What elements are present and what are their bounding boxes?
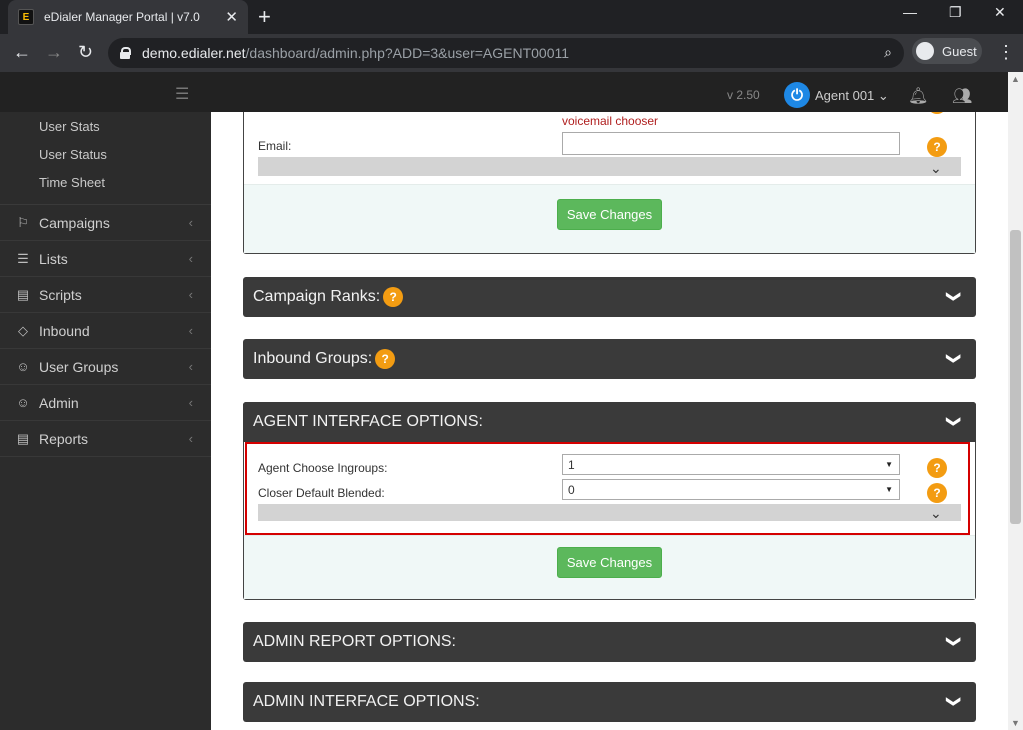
voicemail-chooser-link[interactable]: voicemail chooser: [562, 114, 658, 128]
sidebar-item-label: Lists: [39, 250, 68, 267]
save-button[interactable]: Save Changes: [557, 547, 662, 578]
chevron-down-icon: ❯: [946, 352, 963, 365]
reload-icon[interactable]: ↻: [78, 42, 93, 63]
sidebar-subitem-time-sheet[interactable]: Time Sheet: [39, 175, 105, 190]
save-button[interactable]: Save Changes: [557, 199, 662, 230]
browser-menu-icon[interactable]: ⋮: [997, 42, 1015, 63]
scroll-up-icon[interactable]: ▲: [1011, 74, 1020, 84]
flag-icon: ⚐: [17, 214, 29, 230]
sidebar-item-label: Admin: [39, 394, 79, 411]
expand-bar[interactable]: ⌄: [258, 157, 961, 176]
address-bar[interactable]: demo.edialer.net /dashboard/admin.php?AD…: [108, 38, 904, 68]
email-field[interactable]: [562, 132, 900, 155]
profile-button[interactable]: Guest: [912, 38, 982, 64]
diamond-icon: ◇: [18, 322, 28, 338]
app-header: ☰ v 2.50 ⏻ Agent 001 ⌄ 🔔︎ 👥︎: [0, 72, 1023, 112]
new-tab-button[interactable]: +: [258, 4, 271, 30]
panel-title: Campaign Ranks:: [253, 288, 381, 305]
panel-title: AGENT INTERFACE OPTIONS:: [253, 413, 483, 430]
panel-admin-interface-options[interactable]: ADMIN INTERFACE OPTIONS: ❯: [243, 682, 976, 722]
help-icon[interactable]: ?: [375, 349, 396, 369]
panel-title: ADMIN REPORT OPTIONS:: [253, 633, 456, 650]
browser-toolbar: ← → ↻ demo.edialer.net /dashboard/admin.…: [0, 34, 1023, 72]
sidebar-item-scripts[interactable]: ▤ Scripts ‹: [0, 277, 211, 313]
help-icon[interactable]: ?: [927, 137, 947, 157]
sidebar-item-lists[interactable]: ☰ Lists ‹: [0, 241, 211, 277]
sidebar-item-label: Inbound: [39, 322, 90, 339]
panel-inbound-groups[interactable]: Inbound Groups: ? ❯: [243, 339, 976, 379]
chevron-left-icon: ‹: [188, 287, 193, 302]
chevron-down-icon: ❯: [946, 290, 963, 303]
hamburger-menu-icon[interactable]: ☰: [175, 84, 189, 104]
sidebar-item-label: Campaigns: [39, 214, 110, 231]
agent-menu[interactable]: Agent 001 ⌄: [815, 88, 889, 104]
sidebar-item-label: User Groups: [39, 358, 119, 375]
sidebar-item-reports[interactable]: ▤ Reports ‹: [0, 421, 211, 457]
script-icon: ▤: [16, 286, 30, 302]
edialer-favicon-icon: E: [18, 9, 34, 25]
scroll-down-icon[interactable]: ▼: [1011, 718, 1020, 728]
zoom-search-icon[interactable]: ⌕: [884, 44, 892, 61]
chevron-down-icon: ⌄: [930, 160, 942, 176]
sidebar-item-label: Scripts: [39, 286, 82, 303]
chevron-left-icon: ‹: [188, 215, 193, 230]
chevron-left-icon: ‹: [188, 323, 193, 338]
chevron-left-icon: ‹: [188, 395, 193, 410]
browser-tabbar: E eDialer Manager Portal | v7.0 ✕ + — ❐ …: [0, 0, 1023, 34]
admin-icon: ☺: [16, 395, 30, 410]
maximize-icon[interactable]: ❐: [949, 4, 962, 21]
user-settings-card: voicemail chooser Email: ? ⌄ Save Change…: [243, 112, 976, 254]
main-content: voicemail chooser Email: ? ⌄ Save Change…: [211, 112, 1008, 730]
browser-tab[interactable]: E eDialer Manager Portal | v7.0 ✕: [8, 0, 248, 34]
page-scrollbar[interactable]: ▲ ▼: [1008, 72, 1023, 730]
email-label: Email:: [258, 139, 292, 153]
sidebar-item-admin[interactable]: ☺ Admin ‹: [0, 385, 211, 421]
user-icon: ☺: [16, 359, 30, 374]
agent-power-icon[interactable]: ⏻: [784, 82, 810, 108]
panel-title: ADMIN INTERFACE OPTIONS:: [253, 693, 480, 710]
help-icon[interactable]: [927, 112, 947, 114]
back-arrow-icon[interactable]: ←: [13, 42, 31, 63]
app-version: v 2.50: [727, 88, 760, 102]
minimize-icon[interactable]: —: [903, 4, 917, 20]
url-path: /dashboard/admin.php?ADD=3&user=AGENT000…: [245, 45, 570, 61]
sidebar: User Stats User Status Time Sheet ⚐ Camp…: [0, 112, 211, 730]
sidebar-subitem-user-stats[interactable]: User Stats: [39, 119, 100, 134]
lock-icon: [120, 47, 131, 59]
sidebar-item-inbound[interactable]: ◇ Inbound ‹: [0, 313, 211, 349]
sidebar-item-label: Reports: [39, 430, 89, 447]
report-icon: ▤: [16, 430, 30, 446]
save-zone: Save Changes: [244, 535, 975, 599]
panel-title: Inbound Groups:: [253, 350, 373, 367]
url-host: demo.edialer.net: [142, 45, 246, 61]
window-close-icon[interactable]: ✕: [994, 4, 1006, 21]
sidebar-item-user-groups[interactable]: ☺ User Groups ‹: [0, 349, 211, 385]
tab-title: eDialer Manager Portal | v7.0: [44, 10, 200, 24]
chevron-down-icon: ❯: [946, 695, 963, 708]
highlight-box: [245, 442, 970, 535]
chevron-down-icon: ❯: [946, 635, 963, 648]
chevron-down-icon: ❯: [946, 415, 963, 428]
scroll-thumb[interactable]: [1010, 230, 1021, 524]
panel-admin-report-options[interactable]: ADMIN REPORT OPTIONS: ❯: [243, 622, 976, 662]
users-icon[interactable]: 👥︎: [952, 86, 972, 106]
sidebar-subitem-user-status[interactable]: User Status: [39, 147, 107, 162]
forward-arrow-icon[interactable]: →: [45, 42, 63, 63]
panel-campaign-ranks[interactable]: Campaign Ranks: ? ❯: [243, 277, 976, 317]
chevron-left-icon: ‹: [188, 251, 193, 266]
help-icon[interactable]: ?: [383, 287, 404, 307]
list-icon: ☰: [17, 250, 29, 266]
chevron-left-icon: ‹: [188, 431, 193, 446]
chevron-left-icon: ‹: [188, 359, 193, 374]
tab-close-icon[interactable]: ✕: [225, 8, 238, 26]
bell-icon[interactable]: 🔔︎: [908, 86, 928, 106]
profile-avatar-icon: [916, 42, 934, 60]
profile-label: Guest: [942, 43, 977, 59]
sidebar-item-campaigns[interactable]: ⚐ Campaigns ‹: [0, 205, 211, 241]
save-zone: Save Changes: [244, 184, 975, 253]
panel-agent-interface-options[interactable]: AGENT INTERFACE OPTIONS: ❯: [243, 402, 976, 442]
